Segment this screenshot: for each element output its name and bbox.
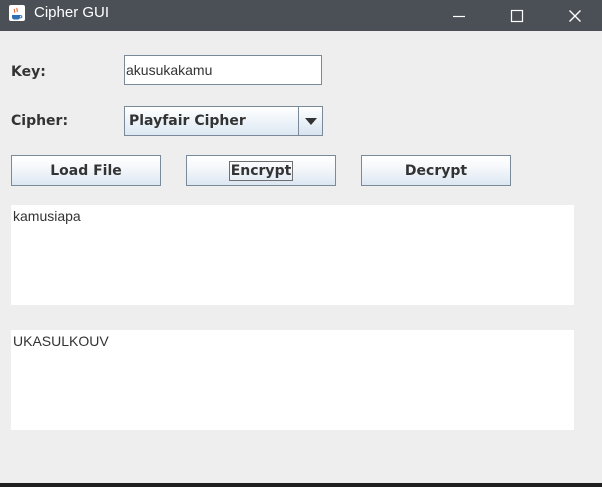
key-label: Key: bbox=[11, 64, 46, 80]
window-title: Cipher GUI bbox=[34, 4, 110, 21]
cipher-gui-window: Cipher GUI Key: Cipher: Playfair Cipher bbox=[0, 0, 602, 487]
key-input[interactable] bbox=[124, 55, 322, 85]
decrypt-button-label: Decrypt bbox=[404, 162, 468, 179]
java-coffee-cup-icon bbox=[8, 4, 26, 22]
close-icon bbox=[569, 9, 581, 22]
maximize-icon bbox=[510, 9, 524, 22]
dropdown-arrow-icon bbox=[304, 118, 317, 125]
cipher-dropdown[interactable]: Playfair Cipher bbox=[124, 106, 323, 136]
cipher-label: Cipher: bbox=[11, 113, 69, 129]
load-file-button[interactable]: Load File bbox=[11, 155, 161, 186]
window-bottom-edge bbox=[0, 483, 602, 487]
cipher-selected-value: Playfair Cipher bbox=[129, 113, 246, 129]
encrypt-button[interactable]: Encrypt bbox=[186, 155, 336, 186]
minimize-icon bbox=[453, 15, 465, 17]
input-text-area[interactable]: kamusiapa bbox=[11, 205, 574, 305]
output-text-area[interactable]: UKASULKOUV bbox=[11, 330, 574, 430]
minimize-button[interactable] bbox=[430, 0, 488, 31]
maximize-button[interactable] bbox=[488, 0, 546, 31]
decrypt-button[interactable]: Decrypt bbox=[361, 155, 511, 186]
cipher-form-panel: Key: Cipher: Playfair Cipher Load File E… bbox=[0, 31, 602, 483]
window-title-bar[interactable]: Cipher GUI bbox=[0, 0, 602, 31]
encrypt-button-label: Encrypt bbox=[228, 160, 294, 181]
close-button[interactable] bbox=[546, 0, 602, 31]
load-file-button-label: Load File bbox=[50, 162, 122, 179]
dropdown-arrow-button[interactable] bbox=[298, 107, 322, 135]
